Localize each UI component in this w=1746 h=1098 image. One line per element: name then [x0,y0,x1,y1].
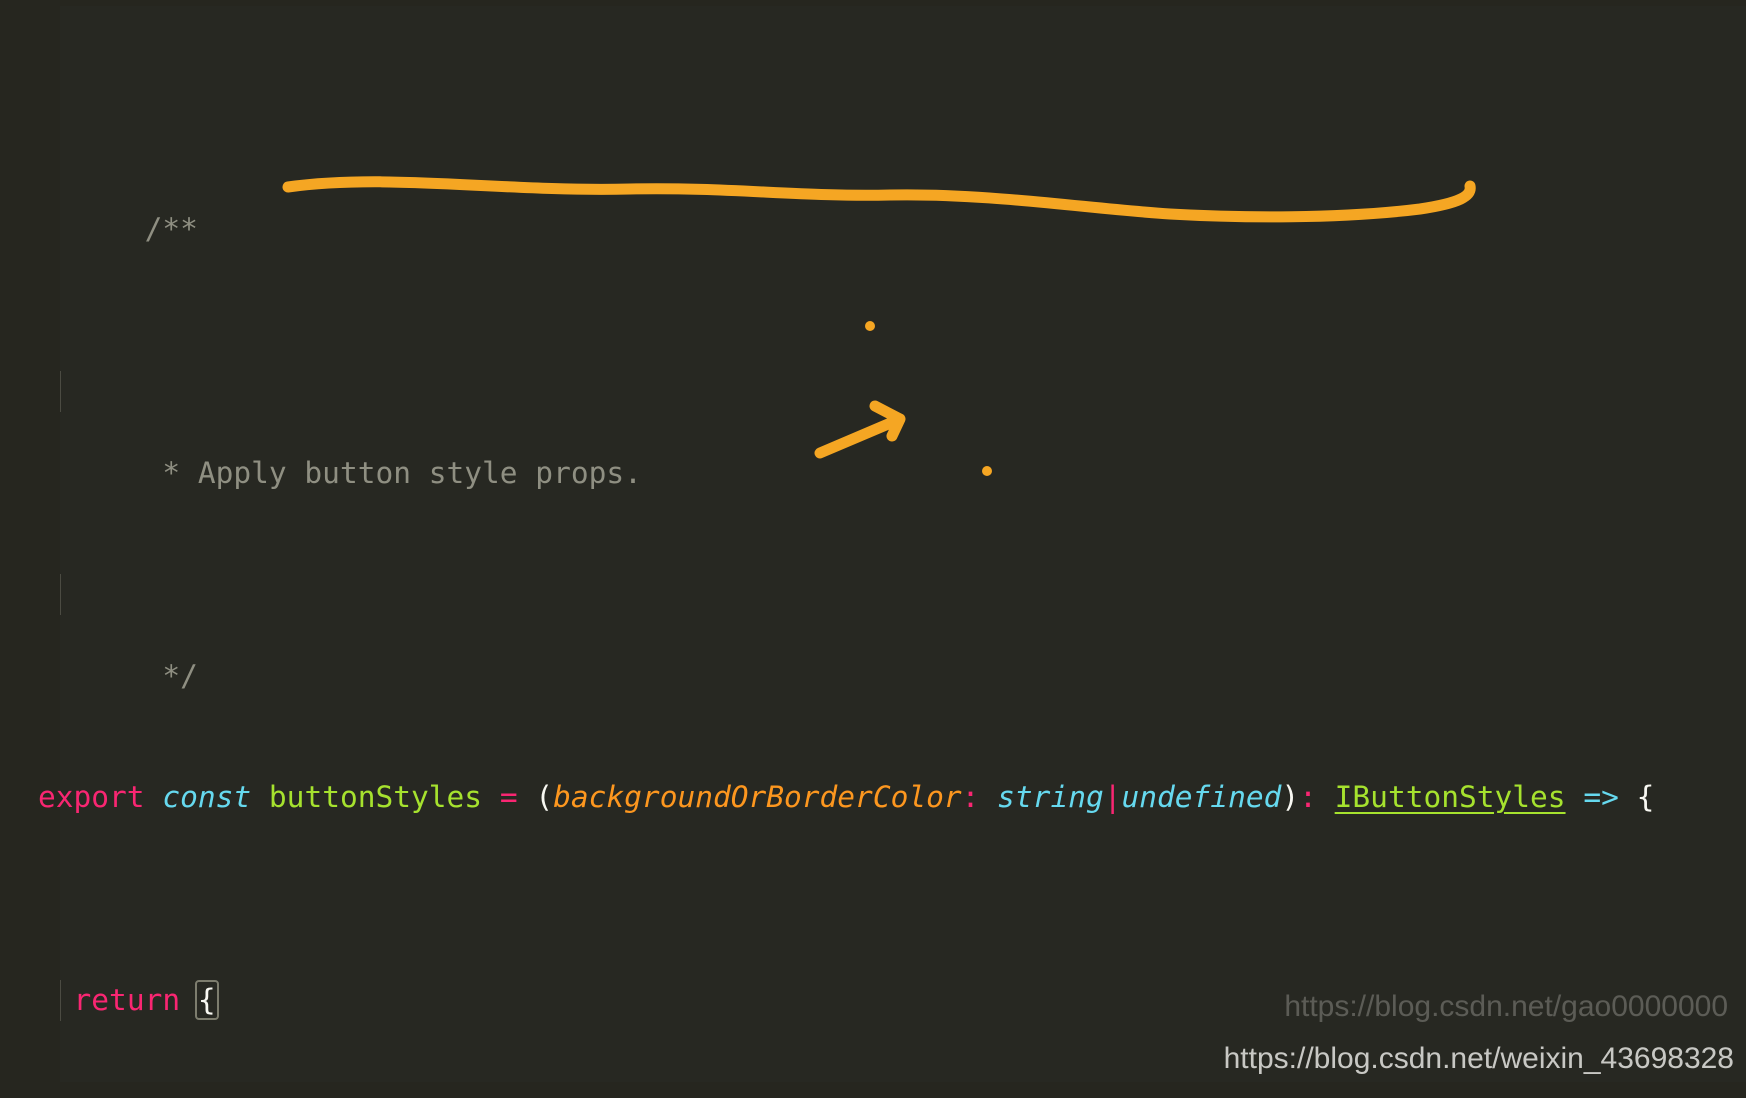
colon: : [1299,780,1317,815]
code-line[interactable]: /** [30,168,1746,246]
comment-block-open: /** [144,211,198,246]
colon: : [961,780,980,815]
code-line[interactable]: * Apply button style props. [30,371,1746,490]
brace-open-matched: { [194,980,219,1021]
type-undefined: undefined [1121,780,1282,815]
union-pipe: | [1103,780,1122,815]
paren-open: ( [535,780,554,815]
equals-operator: = [499,780,518,815]
indent-guide [60,574,61,615]
return-type-IButtonStyles: IButtonStyles [1334,780,1566,815]
watermark-faded: https://blog.csdn.net/gao0000000 [1284,990,1728,1023]
comment-block-body: * Apply button style props. [144,455,642,490]
keyword-export: export [38,780,145,815]
parameter-name: backgroundOrBorderColor [553,780,962,815]
watermark-url: https://blog.csdn.net/weixin_43698328 [1223,1042,1734,1075]
indent-guide [60,371,61,412]
type-string: string [997,780,1104,815]
code-line[interactable]: export const buttonStyles = (backgroundO… [30,777,1746,818]
keyword-const: const [162,780,252,815]
code-line[interactable]: */ [30,574,1746,693]
paren-close: ) [1281,780,1300,815]
keyword-return: return [73,983,181,1018]
comment-block-close: */ [144,658,198,693]
brace-open: { [1636,780,1655,815]
arrow-operator: => [1583,780,1619,815]
function-name: buttonStyles [268,780,483,815]
code-editor-pane[interactable]: /** * Apply button style props. */ expor… [0,0,1746,1098]
code-content[interactable]: /** * Apply button style props. */ expor… [30,6,1746,1082]
indent-guide [60,980,61,1021]
